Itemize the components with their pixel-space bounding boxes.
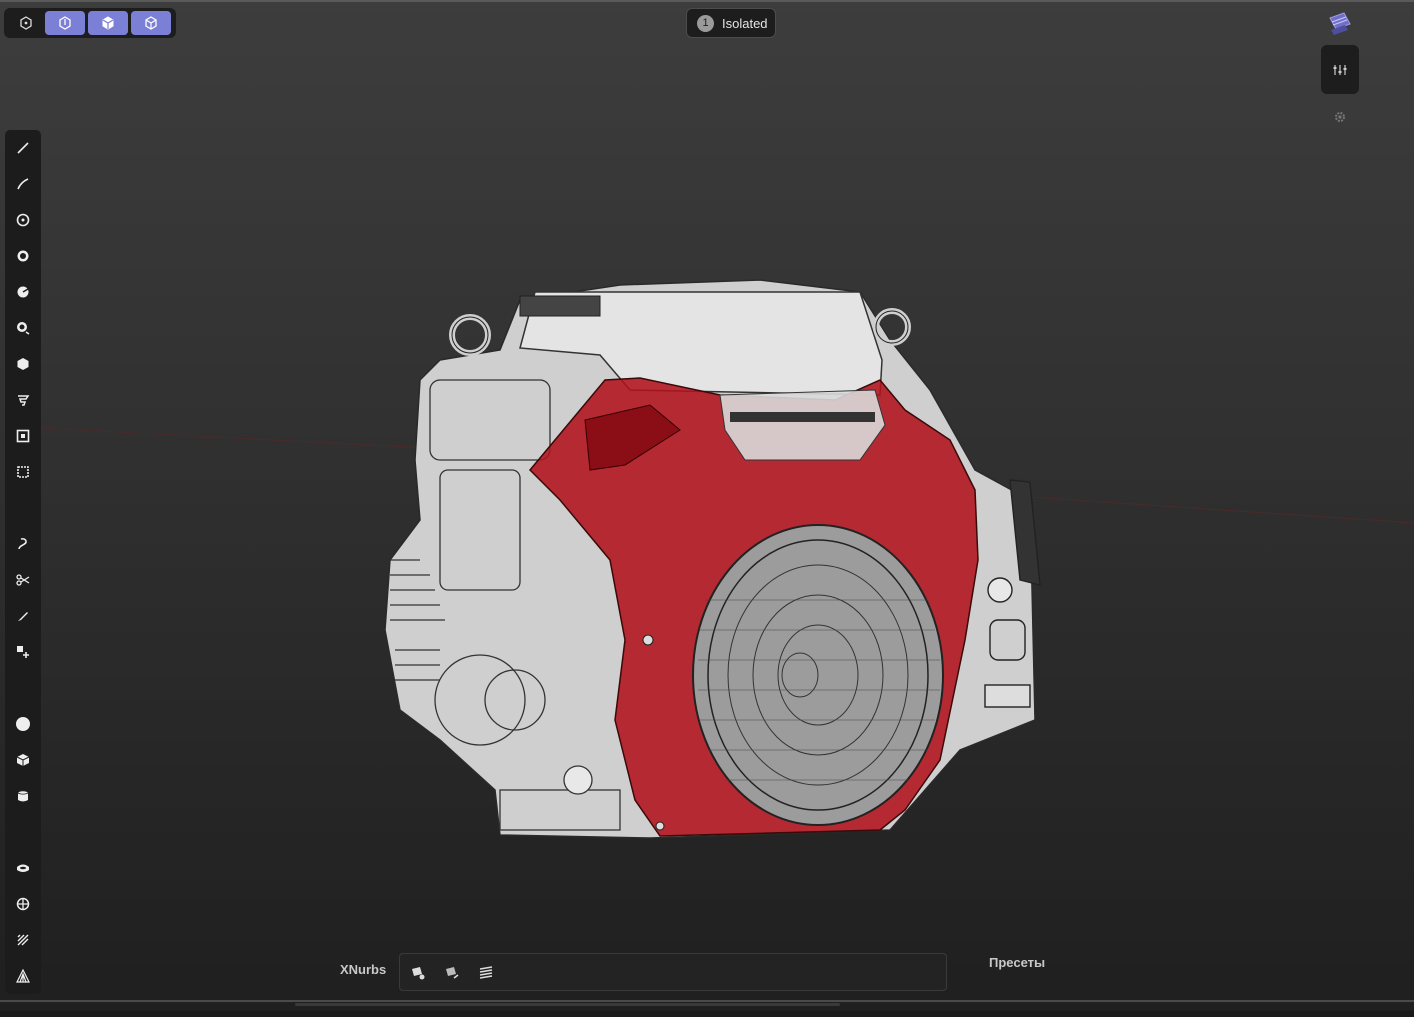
left-toolbar <box>5 130 41 994</box>
3d-viewport[interactable] <box>0 0 1414 1000</box>
front-view-button[interactable] <box>45 11 85 35</box>
scissors-icon <box>16 574 30 586</box>
spiral-tool[interactable] <box>11 388 35 412</box>
box-view-button[interactable] <box>131 11 171 35</box>
frame-tool[interactable] <box>11 460 35 484</box>
circle-icon <box>17 250 29 262</box>
box-view-icon <box>145 16 157 30</box>
curve-tool[interactable] <box>11 316 35 340</box>
isolated-indicator[interactable]: 1 Isolated <box>686 8 776 38</box>
sliders-button[interactable] <box>1321 45 1359 94</box>
polygon-icon <box>17 358 29 370</box>
presets-label: Пресеты <box>989 955 1046 970</box>
view-toolbar <box>4 8 176 38</box>
polyline-tool[interactable] <box>11 172 35 196</box>
rake-tool[interactable] <box>11 928 35 952</box>
status-strip <box>0 1011 1414 1017</box>
add-point-icon <box>17 646 29 658</box>
point-tool[interactable] <box>11 208 35 232</box>
xnurbs-surface-button[interactable] <box>408 963 428 983</box>
polygon-tool[interactable] <box>11 352 35 376</box>
scissors-tool[interactable] <box>11 568 35 592</box>
sphere-icon <box>16 717 30 731</box>
pen-icon <box>18 612 28 621</box>
rake-icon <box>17 934 29 946</box>
pattern-icon <box>16 969 30 983</box>
isolated-label: Isolated <box>722 15 768 31</box>
iso-view-button[interactable] <box>88 11 128 35</box>
home-view-icon <box>20 16 32 30</box>
rectangle-icon <box>16 429 30 443</box>
engine-model[interactable] <box>0 0 1414 1000</box>
xnurbs-layers-icon <box>479 966 493 979</box>
cube-tool[interactable] <box>11 748 35 772</box>
boolean-icon <box>16 897 30 911</box>
circle-tool[interactable] <box>11 244 35 268</box>
boolean-tool[interactable] <box>11 892 35 916</box>
line-tool[interactable] <box>11 136 35 160</box>
pattern-tool[interactable] <box>11 964 35 988</box>
xnurbs-surface-alt-icon <box>446 967 459 979</box>
rectangle-tool[interactable] <box>11 424 35 448</box>
freeform-curve-tool[interactable] <box>11 532 35 556</box>
horizontal-scrollbar[interactable] <box>295 1003 840 1006</box>
xnurbs-toolbox <box>399 953 947 991</box>
xnurbs-surface-icon <box>412 967 425 980</box>
xnurbs-label: XNurbs <box>340 962 387 977</box>
bottom-border <box>0 1000 1414 1002</box>
freeform-curve-icon <box>18 538 27 550</box>
curve-icon <box>17 322 30 335</box>
pen-tool[interactable] <box>11 604 35 628</box>
arc-icon <box>17 286 29 298</box>
xnurbs-layers-button[interactable] <box>476 963 496 983</box>
iso-view-icon <box>102 16 114 30</box>
add-point-tool[interactable] <box>11 640 35 664</box>
home-view-button[interactable] <box>10 11 42 35</box>
point-icon <box>16 213 30 227</box>
sliders-icon <box>1333 64 1347 75</box>
torus-icon <box>17 864 29 872</box>
cylinder-icon <box>17 790 29 802</box>
top-border <box>0 0 1414 2</box>
cube-icon <box>16 754 30 766</box>
sphere-tool[interactable] <box>11 712 35 736</box>
line-icon <box>17 142 29 154</box>
isolated-count-badge: 1 <box>697 14 714 32</box>
gear-icon[interactable] <box>1333 110 1347 124</box>
xnurbs-surface-alt-button[interactable] <box>442 963 462 983</box>
torus-tool[interactable] <box>11 856 35 880</box>
arc-tool[interactable] <box>11 280 35 304</box>
cylinder-tool[interactable] <box>11 784 35 808</box>
layers-icon[interactable] <box>1326 10 1354 36</box>
front-view-icon <box>59 16 71 30</box>
polyline-icon <box>17 178 29 190</box>
spiral-icon <box>18 395 30 406</box>
frame-icon <box>17 466 29 478</box>
